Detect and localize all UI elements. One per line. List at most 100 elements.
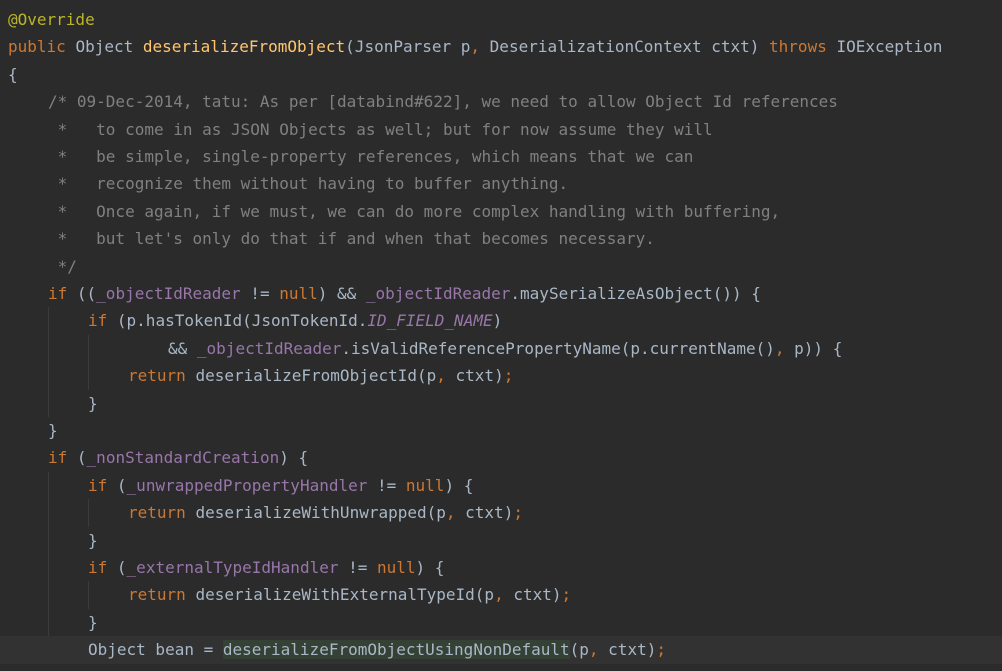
code-token-plain: { [8, 64, 18, 84]
code-token-field: _unwrappedPropertyHandler [126, 475, 368, 495]
code-token-plain: } [88, 393, 98, 413]
code-token-plain: ( [76, 448, 87, 468]
code-token-plain: Object [75, 37, 143, 57]
code-token-plain: (( [76, 284, 97, 303]
code-token-plain: } [48, 421, 58, 440]
code-token-comment: * recognize them without having to buffe… [48, 174, 569, 194]
code-token-comment: * be simple, single-property references,… [48, 147, 694, 166]
code-token-keyword: null [377, 558, 416, 577]
code-token-keyword: if [48, 448, 77, 468]
code-token-comment: * but let's only do that if and when tha… [48, 229, 655, 249]
code-token-field: _objectIdReader [96, 284, 241, 303]
code-token-punct: , [494, 585, 514, 605]
code-token-plain: } [88, 530, 98, 550]
code-token-punct: , [588, 640, 609, 660]
code-token-plain: p)) { [794, 338, 843, 358]
code-line[interactable]: } [0, 417, 1002, 444]
code-token-keyword: if [48, 284, 77, 303]
code-token-plain: ctxt) [513, 585, 562, 605]
code-token-keyword: null [405, 475, 445, 495]
code-token-keyword: return [128, 503, 196, 523]
code-token-comment: * Once again, if we must, we can do more… [48, 201, 781, 221]
code-token-annotation: @Override [8, 10, 95, 29]
code-token-plain: (JsonParser p [345, 37, 471, 57]
code-line[interactable]: } [0, 390, 1002, 417]
code-token-keyword: public [8, 37, 76, 57]
code-line[interactable]: public Object deserializeFromObject(Json… [0, 33, 1002, 60]
code-token-plain: ) && [317, 284, 366, 303]
code-token-comment: * to come in as JSON Objects as well; bu… [48, 119, 713, 139]
code-token-plain: ) [492, 311, 503, 331]
code-token-punct: , [436, 366, 456, 386]
code-token-plain: DeserializationContext ctxt) [489, 37, 770, 57]
code-line[interactable]: } [0, 527, 1002, 554]
code-token-field: _externalTypeIdHandler [126, 558, 339, 577]
code-token-plain: ) { [415, 558, 445, 577]
code-token-plain: deserializeWithExternalTypeId(p [195, 585, 495, 605]
code-token-punct: ; [656, 640, 666, 660]
code-token-punct: , [774, 338, 795, 358]
code-token-plain: ( [116, 558, 127, 577]
code-line[interactable]: if ((_objectIdReader != null) && _object… [0, 280, 1002, 307]
code-token-field: _nonStandardCreation [86, 448, 280, 468]
code-token-keyword: throws [769, 37, 837, 57]
code-line[interactable]: if (_nonStandardCreation) { [0, 444, 1002, 471]
code-token-keyword: return [128, 366, 196, 386]
code-token-plain: deserializeFromObjectId(p [195, 366, 437, 386]
code-token-plain: (p.hasTokenId(JsonTokenId. [116, 311, 368, 331]
code-token-highlight: deserializeFromObjectUsingNonDefault [222, 640, 570, 660]
code-token-plain: (p [569, 640, 589, 660]
code-token-punct: ; [503, 366, 514, 386]
code-line[interactable]: return deserializeFromObjectId(p, ctxt); [0, 362, 1002, 389]
code-token-plain: ) { [279, 448, 309, 468]
code-token-keyword: return [128, 585, 196, 605]
code-token-plain: && [168, 338, 197, 358]
code-token-plain: Object bean = [88, 640, 223, 660]
code-token-keyword: if [88, 475, 117, 495]
code-token-plain: IOException [836, 37, 943, 57]
code-token-method: deserializeFromObject [142, 37, 346, 57]
code-token-plain: != [338, 558, 377, 577]
code-token-comment: /* 09-Dec-2014, tatu: As per [databind#6… [48, 92, 838, 112]
code-token-plain: } [88, 612, 98, 632]
code-token-plain: ) { [444, 475, 474, 495]
current-code-line[interactable]: Object bean = deserializeFromObjectUsing… [0, 636, 1002, 664]
code-line[interactable]: } [0, 609, 1002, 636]
code-line[interactable]: * be simple, single-property references,… [0, 143, 1002, 170]
code-token-punct: ; [513, 503, 523, 523]
code-token-plain: != [367, 475, 406, 495]
code-token-keyword: if [88, 558, 117, 577]
code-token-keyword: if [88, 311, 117, 331]
code-line[interactable]: */ [0, 253, 1002, 280]
code-token-plain: ctxt) [608, 640, 657, 660]
code-token-plain: .maySerializeAsObject()) { [510, 284, 761, 303]
code-editor[interactable]: @Override public Object deserializeFromOb… [0, 0, 1002, 671]
code-token-field: _objectIdReader [365, 284, 511, 303]
code-token-field: _objectIdReader [196, 338, 342, 358]
code-token-punct: , [445, 503, 466, 523]
code-line[interactable]: if (p.hasTokenId(JsonTokenId.ID_FIELD_NA… [0, 307, 1002, 334]
code-line[interactable]: * to come in as JSON Objects as well; bu… [0, 116, 1002, 143]
code-line[interactable]: if (_externalTypeIdHandler != null) { [0, 554, 1002, 581]
code-token-punct: ; [561, 585, 572, 605]
code-token-comment: */ [48, 256, 77, 276]
code-line[interactable]: * Once again, if we must, we can do more… [0, 198, 1002, 225]
code-line[interactable]: /* 09-Dec-2014, tatu: As per [databind#6… [0, 88, 1002, 115]
code-token-punct: , [470, 37, 490, 57]
code-token-plain: ctxt) [465, 503, 514, 523]
code-token-plain: ( [116, 475, 127, 495]
code-line[interactable]: * but let's only do that if and when tha… [0, 225, 1002, 252]
code-line[interactable]: @Override [0, 6, 1002, 33]
code-line[interactable]: * recognize them without having to buffe… [0, 170, 1002, 197]
code-line[interactable]: && _objectIdReader.isValidReferencePrope… [0, 335, 1002, 362]
code-token-plain: .isValidReferencePropertyName(p.currentN… [341, 338, 775, 358]
code-line[interactable]: if (_unwrappedPropertyHandler != null) { [0, 472, 1002, 499]
code-line[interactable]: return deserializeWithUnwrapped(p, ctxt)… [0, 499, 1002, 526]
code-token-constant: ID_FIELD_NAME [367, 311, 493, 331]
code-token-keyword: null [279, 284, 318, 303]
code-line[interactable]: { [0, 61, 1002, 88]
code-token-plain: != [240, 284, 280, 303]
code-token-plain: ctxt) [455, 366, 504, 386]
code-token-plain: deserializeWithUnwrapped(p [195, 503, 446, 523]
code-line[interactable]: return deserializeWithExternalTypeId(p, … [0, 581, 1002, 608]
